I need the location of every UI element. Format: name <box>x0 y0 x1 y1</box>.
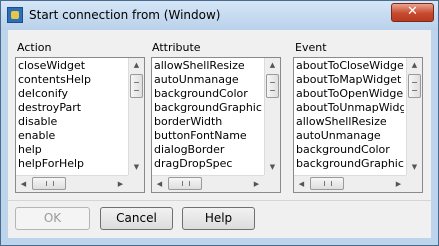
scroll-corner <box>406 175 422 192</box>
action-label: Action <box>17 41 52 54</box>
list-item[interactable]: helpForHelp <box>16 157 126 171</box>
list-item[interactable]: backgroundGraphicsI <box>152 101 262 115</box>
scroll-right-icon[interactable]: ▶ <box>391 176 406 192</box>
list-item[interactable]: aboutToCloseWidge <box>294 59 404 73</box>
scroll-right-icon[interactable]: ▶ <box>249 176 264 192</box>
help-button[interactable]: Help <box>182 207 255 230</box>
list-item[interactable]: dialogBorder <box>152 143 262 157</box>
list-item[interactable]: contentsHelp <box>16 73 126 87</box>
window-title: Start connection from (Window) <box>29 8 221 22</box>
attribute-horizontal-scrollbar[interactable]: ◀ ▶ <box>152 175 280 192</box>
scroll-up-icon[interactable]: ▲ <box>407 58 422 73</box>
ok-button[interactable]: OK <box>15 207 90 230</box>
event-list[interactable]: aboutToCloseWidge aboutToMapWidget about… <box>293 57 423 193</box>
scroll-corner <box>264 175 280 192</box>
attribute-items: allowShellResize autoUnmanage background… <box>152 59 262 171</box>
dialog-window: Start connection from (Window) ✕ Action … <box>0 0 439 246</box>
list-item[interactable]: destroyPart <box>16 101 126 115</box>
action-list[interactable]: closeWidget contentsHelp deIconify destr… <box>15 57 145 193</box>
attribute-list[interactable]: allowShellResize autoUnmanage background… <box>151 57 281 193</box>
scroll-thumb[interactable] <box>408 74 421 98</box>
event-vertical-scrollbar[interactable]: ▲ ▼ <box>406 58 422 175</box>
list-item[interactable]: backgroundColor <box>294 143 404 157</box>
list-item[interactable]: backgroundGraphics <box>294 157 404 171</box>
cancel-button[interactable]: Cancel <box>100 207 173 230</box>
list-item[interactable]: aboutToMapWidget <box>294 73 404 87</box>
list-item[interactable]: allowShellResize <box>152 59 262 73</box>
list-item[interactable]: help <box>16 143 126 157</box>
divider <box>8 200 431 201</box>
scroll-down-icon[interactable]: ▼ <box>129 160 144 175</box>
dialog-body: Action closeWidget contentsHelp deIconif… <box>8 30 431 238</box>
list-item[interactable]: closeWidget <box>16 59 126 73</box>
attribute-label: Attribute <box>152 41 201 54</box>
list-item[interactable]: disable <box>16 115 126 129</box>
scroll-left-icon[interactable]: ◀ <box>152 176 167 192</box>
event-items: aboutToCloseWidge aboutToMapWidget about… <box>294 59 404 171</box>
scroll-down-icon[interactable]: ▼ <box>407 160 422 175</box>
list-item[interactable]: autoUnmanage <box>152 73 262 87</box>
scroll-up-icon[interactable]: ▲ <box>129 58 144 73</box>
event-horizontal-scrollbar[interactable]: ◀ ▶ <box>294 175 422 192</box>
scroll-left-icon[interactable]: ◀ <box>16 176 31 192</box>
scroll-thumb[interactable] <box>310 177 344 190</box>
list-item[interactable]: borderWidth <box>152 115 262 129</box>
app-icon <box>7 7 23 23</box>
list-item[interactable]: backgroundColor <box>152 87 262 101</box>
list-item[interactable]: buttonFontName <box>152 129 262 143</box>
action-horizontal-scrollbar[interactable]: ◀ ▶ <box>16 175 144 192</box>
list-item[interactable]: enable <box>16 129 126 143</box>
scroll-corner <box>128 175 144 192</box>
list-item[interactable]: dragDropSpec <box>152 157 262 171</box>
scroll-right-icon[interactable]: ▶ <box>113 176 128 192</box>
scroll-up-icon[interactable]: ▲ <box>265 58 280 73</box>
list-item[interactable]: aboutToUnmapWidg <box>294 101 404 115</box>
scroll-thumb[interactable] <box>266 74 279 98</box>
list-item[interactable]: autoUnmanage <box>294 129 404 143</box>
event-label: Event <box>295 41 327 54</box>
scroll-left-icon[interactable]: ◀ <box>294 176 309 192</box>
title-bar[interactable]: Start connection from (Window) ✕ <box>1 1 438 30</box>
list-item[interactable]: aboutToOpenWidge <box>294 87 404 101</box>
scroll-thumb[interactable] <box>130 74 143 98</box>
close-button[interactable]: ✕ <box>391 3 434 22</box>
list-item[interactable]: deIconify <box>16 87 126 101</box>
list-item[interactable]: allowShellResize <box>294 115 404 129</box>
attribute-vertical-scrollbar[interactable]: ▲ ▼ <box>264 58 280 175</box>
action-vertical-scrollbar[interactable]: ▲ ▼ <box>128 58 144 175</box>
scroll-down-icon[interactable]: ▼ <box>265 160 280 175</box>
scroll-thumb[interactable] <box>32 177 66 190</box>
action-items: closeWidget contentsHelp deIconify destr… <box>16 59 126 171</box>
scroll-thumb[interactable] <box>168 177 202 190</box>
